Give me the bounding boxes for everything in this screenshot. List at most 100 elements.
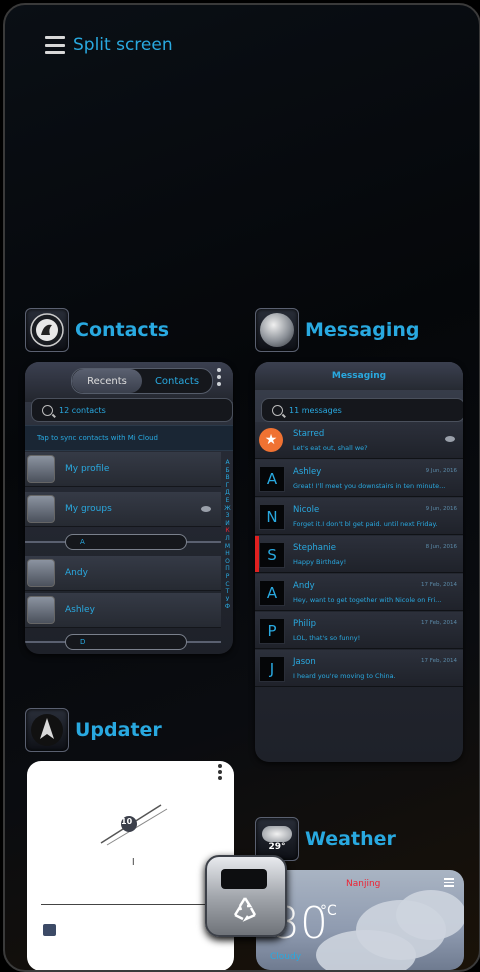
message-snippet: Let's eat out, shall we? <box>293 444 368 452</box>
alphabet-letter[interactable]: Г <box>226 482 230 490</box>
message-row[interactable]: J Jason I heard you're moving to China. 17 … <box>255 650 463 687</box>
messaging-title: Messaging <box>305 319 420 341</box>
message-date: 9 Jun, 2016 <box>425 506 457 512</box>
message-row[interactable]: ★ Starred Let's eat out, shall we? <box>255 422 463 459</box>
sender-name: Jason <box>293 657 316 667</box>
message-snippet: I heard you're moving to China. <box>293 672 396 680</box>
alphabet-letter[interactable]: Р <box>226 573 230 581</box>
alphabet-letter[interactable]: С <box>225 581 229 589</box>
weather-title: Weather <box>305 828 396 850</box>
sender-avatar: A <box>259 466 285 492</box>
profile-avatar <box>27 455 55 483</box>
section-header-d: D <box>25 632 221 652</box>
contact-name: Ashley <box>65 605 95 615</box>
message-snippet: Great! I'll meet you downstairs in ten m… <box>293 482 446 490</box>
message-row[interactable]: A Andy Hey, want to get together with Nico… <box>255 574 463 611</box>
message-snippet: Hey, want to get together with Nicole on… <box>293 596 442 604</box>
contacts-app-icon <box>25 308 69 352</box>
message-snippet: Happy Birthday! <box>293 558 347 566</box>
sender-avatar: S <box>259 542 285 568</box>
groups-avatar <box>27 495 55 523</box>
contacts-tabs: Recents Contacts <box>71 368 213 394</box>
section-label-d: D <box>65 634 187 650</box>
message-row[interactable]: N Nicole Forget it.I don't bl get paid. un… <box>255 498 463 535</box>
sender-avatar: P <box>259 618 285 644</box>
alphabet-letter[interactable]: Б <box>225 467 229 475</box>
contacts-header[interactable]: Contacts <box>25 308 169 352</box>
sync-banner-text: Tap to sync contacts with Mi Cloud <box>37 434 158 442</box>
alphabet-letter[interactable]: Ф <box>225 603 230 611</box>
tab-recents[interactable]: Recents <box>72 369 142 393</box>
alphabet-letter[interactable]: Е <box>226 497 230 505</box>
alphabet-letter[interactable]: П <box>225 565 230 573</box>
contact-row-andy[interactable]: Andy <box>25 556 221 591</box>
sender-name: Starred <box>293 429 325 439</box>
messaging-header[interactable]: Messaging <box>255 308 419 352</box>
updater-title: Updater <box>75 719 162 741</box>
sync-banner[interactable]: Tap to sync contacts with Mi Cloud <box>25 425 233 451</box>
more-menu-icon[interactable] <box>218 764 222 780</box>
recycle-icon <box>233 897 257 922</box>
contact-avatar <box>27 596 55 624</box>
contacts-search-input[interactable]: 12 contacts <box>31 398 233 422</box>
split-screen-button[interactable]: Split screen <box>45 35 173 55</box>
star-icon: ★ <box>259 428 283 452</box>
list-item-my-groups[interactable]: My groups <box>25 492 221 527</box>
contacts-search-text: 12 contacts <box>59 405 106 415</box>
updater-header[interactable]: Updater <box>25 708 162 752</box>
section-header-a: A <box>25 532 221 552</box>
eye-icon <box>445 436 455 442</box>
alphabet-letter[interactable]: Н <box>225 550 230 558</box>
updater-card[interactable]: 10 l <box>27 761 234 970</box>
message-date: 17 Feb, 2014 <box>421 582 457 588</box>
message-date: 9 Jun, 2016 <box>425 468 457 474</box>
logo-text: 10 <box>121 817 133 826</box>
messaging-card[interactable]: Messaging 11 messages ★ Starred Let's eat … <box>255 362 463 762</box>
alphabet-index[interactable]: АБВГДЕЖЗИКЛМНОПРСТУФ <box>223 459 232 611</box>
version-text: l <box>132 858 135 868</box>
message-row[interactable]: S Stephanie Happy Birthday! 8 Jun, 2016 <box>255 536 463 573</box>
list-item-my-profile[interactable]: My profile <box>25 452 221 487</box>
weather-card[interactable]: Nanjing 30 °C Cloudy <box>256 870 464 970</box>
weather-icon-temp: 29° <box>268 842 286 852</box>
message-snippet: Forget it.I don't bl get paid. until nex… <box>293 520 438 528</box>
alphabet-letter[interactable]: Ж <box>224 505 230 513</box>
alphabet-letter[interactable]: З <box>226 512 230 520</box>
alphabet-letter[interactable]: К <box>225 527 229 535</box>
search-icon <box>272 404 283 416</box>
sender-avatar: A <box>259 580 285 606</box>
list-item-label: My groups <box>65 504 112 514</box>
contact-avatar <box>27 559 55 587</box>
alphabet-letter[interactable]: А <box>225 459 229 467</box>
search-icon <box>42 404 53 416</box>
clear-all-button[interactable] <box>205 855 287 937</box>
sender-name: Nicole <box>293 505 320 515</box>
contact-name: Andy <box>65 568 88 578</box>
cloud-icon <box>262 826 292 842</box>
message-row[interactable]: A Ashley Great! I'll meet you downstairs i… <box>255 460 463 497</box>
message-row[interactable]: P Philip LOL, that's so funny! 17 Feb, 2014 <box>255 612 463 649</box>
section-label-a: A <box>65 534 187 550</box>
messages-search-input[interactable]: 11 messages <box>261 398 463 422</box>
alphabet-letter[interactable]: Л <box>225 535 230 543</box>
alphabet-letter[interactable]: Д <box>225 489 230 497</box>
alphabet-letter[interactable]: И <box>225 520 230 528</box>
alphabet-letter[interactable]: М <box>225 543 230 551</box>
divider <box>41 904 221 905</box>
alphabet-letter[interactable]: О <box>225 558 230 566</box>
tab-contacts[interactable]: Contacts <box>142 369 212 393</box>
more-menu-icon[interactable] <box>217 368 221 386</box>
chat-icon[interactable] <box>43 924 56 936</box>
alphabet-letter[interactable]: В <box>225 474 229 482</box>
alphabet-letter[interactable]: У <box>226 596 230 604</box>
messaging-app-icon <box>255 308 299 352</box>
list-item-label: My profile <box>65 464 110 474</box>
contact-row-ashley[interactable]: Ashley <box>25 593 221 628</box>
menu-icon[interactable] <box>444 878 454 887</box>
eye-icon <box>201 506 211 512</box>
contacts-card[interactable]: Recents Contacts 12 contacts Tap to sync… <box>25 362 233 654</box>
alphabet-letter[interactable]: Т <box>226 588 230 596</box>
miui-logo-icon <box>100 804 168 846</box>
sender-name: Philip <box>293 619 316 629</box>
message-snippet: LOL, that's so funny! <box>293 634 361 642</box>
